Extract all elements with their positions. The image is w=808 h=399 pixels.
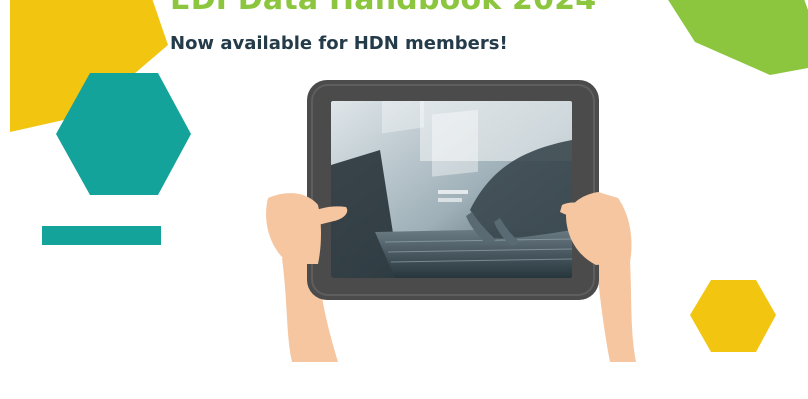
subtitle: Now available for HDN members! xyxy=(170,33,508,54)
page-title: EDI Data Handbook 2024 xyxy=(170,0,640,18)
promo-banner: EDI Data Handbook 2024 Now available for… xyxy=(0,0,808,399)
teal-bar-left xyxy=(42,226,161,245)
yellow-hexagon-right xyxy=(690,280,776,352)
green-hexagon-top-right xyxy=(668,0,808,75)
laptop-typing-image xyxy=(331,101,572,278)
right-arm xyxy=(596,258,636,362)
banner-illustration xyxy=(10,0,808,362)
